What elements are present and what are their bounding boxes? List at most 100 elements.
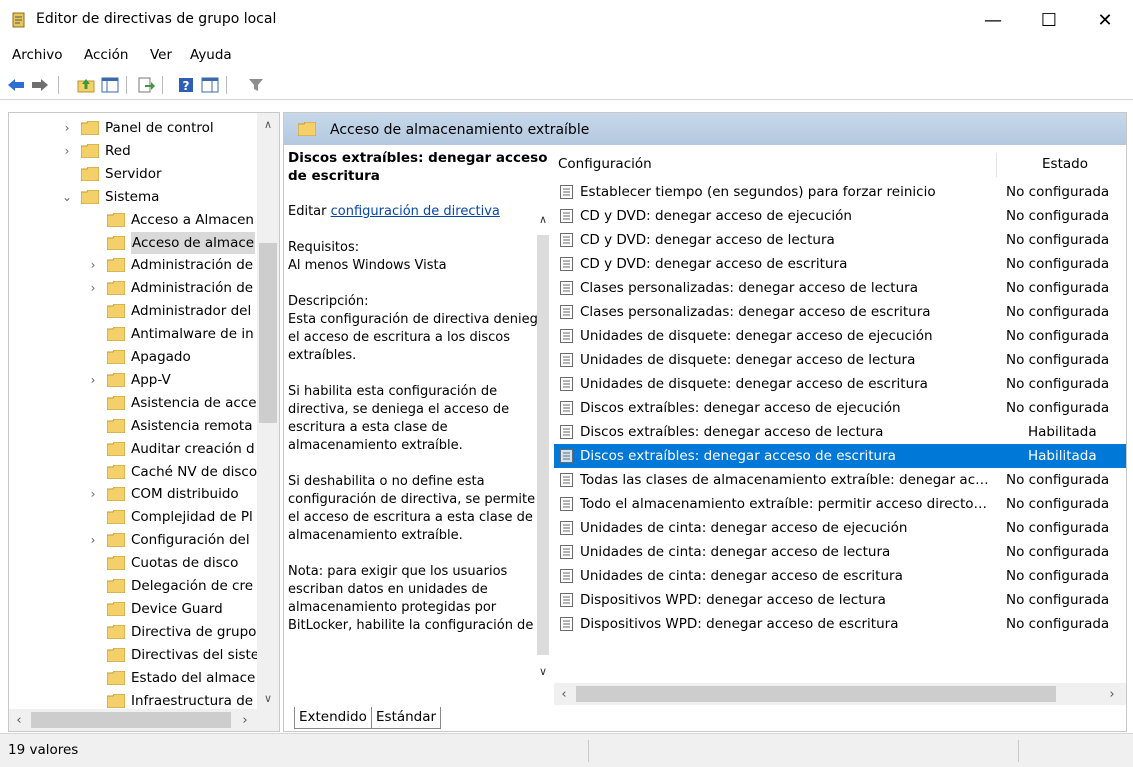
setting-row[interactable]: Todas las clases de almacenamiento extra… [554, 468, 1126, 492]
expand-chevron-icon[interactable]: › [87, 369, 99, 391]
setting-row[interactable]: Unidades de cinta: denegar acceso de lec… [554, 540, 1126, 564]
settings-list[interactable]: Configuración Estado Establecer tiempo (… [554, 149, 1126, 705]
setting-row[interactable]: Unidades de cinta: denegar acceso de esc… [554, 564, 1126, 588]
setting-row[interactable]: Todo el almacenamiento extraíble: permit… [554, 492, 1126, 516]
menu-ayuda[interactable]: Ayuda [190, 47, 232, 63]
tab-extendido[interactable]: Extendido [294, 707, 372, 729]
tree-item[interactable]: Directiva de grupo [9, 621, 256, 643]
title-bar[interactable]: Editor de directivas de grupo local — ☐ … [0, 0, 1133, 40]
close-button[interactable]: ✕ [1077, 0, 1133, 40]
tree-item[interactable]: › Configuración del [9, 529, 255, 551]
maximize-button[interactable]: ☐ [1021, 0, 1077, 40]
back-button[interactable] [6, 74, 26, 96]
setting-row[interactable]: Unidades de cinta: denegar acceso de eje… [554, 516, 1126, 540]
setting-row[interactable]: Unidades de disquete: denegar acceso de … [554, 372, 1126, 396]
setting-row[interactable]: Establecer tiempo (en segundos) para for… [554, 180, 1126, 204]
tree-item[interactable]: › COM distribuido [9, 483, 255, 505]
tree-item[interactable]: Directivas del siste [9, 644, 259, 666]
scroll-up-icon[interactable]: ∧ [534, 213, 552, 231]
forward-button[interactable] [30, 74, 50, 96]
setting-name: Discos extraíbles: denegar acceso de lec… [580, 424, 884, 440]
export-list-button[interactable] [136, 74, 156, 96]
expand-chevron-icon[interactable]: › [61, 140, 73, 162]
setting-row[interactable]: CD y DVD: denegar acceso de escritura No … [554, 252, 1126, 276]
filter-button[interactable] [246, 74, 266, 96]
policy-setting-icon [560, 209, 573, 223]
menu-archivo[interactable]: Archivo [12, 47, 62, 63]
up-level-button[interactable] [76, 74, 96, 96]
tree-item[interactable]: Device Guard [9, 598, 255, 620]
tree-item[interactable]: › App-V [9, 369, 255, 391]
tree-item-label: Configuración del [131, 532, 250, 549]
setting-row[interactable]: Dispositivos WPD: denegar acceso de lect… [554, 588, 1126, 612]
tree-item[interactable]: Servidor [9, 163, 255, 185]
edit-policy-line: Editar configuración de directiva [288, 203, 550, 221]
list-hscroll-thumb[interactable] [576, 686, 1056, 702]
policy-setting-icon [560, 617, 573, 631]
expand-chevron-icon[interactable]: › [87, 254, 99, 276]
tree-item[interactable]: Apagado [9, 346, 255, 368]
setting-row[interactable]: Clases personalizadas: denegar acceso de… [554, 300, 1126, 324]
menu-ver[interactable]: Ver [150, 47, 172, 63]
menu-accion[interactable]: Acción [84, 47, 128, 63]
description-scrollbar[interactable]: ∧ ∨ [534, 213, 552, 693]
folder-icon [107, 464, 125, 479]
expand-chevron-icon[interactable]: › [87, 529, 99, 551]
tree-item[interactable]: Asistencia de acce [9, 392, 257, 414]
tree-item[interactable]: Antimalware de in [9, 323, 255, 345]
setting-row[interactable]: Discos extraíbles: denegar acceso de eje… [554, 396, 1126, 420]
tree-item[interactable]: Cuotas de disco [9, 552, 255, 574]
scroll-left-icon[interactable]: ‹ [554, 683, 574, 705]
setting-row[interactable]: Discos extraíbles: denegar acceso de lec… [554, 420, 1126, 444]
description-scroll-thumb[interactable] [537, 235, 549, 655]
tree-item[interactable]: › Administración de [9, 254, 255, 276]
help-button[interactable]: ? [176, 74, 196, 96]
scroll-right-icon[interactable]: › [235, 709, 255, 731]
tab-estandar[interactable]: Estándar [372, 707, 442, 729]
properties-button[interactable] [200, 74, 220, 96]
list-horizontal-scrollbar[interactable]: ‹ › [554, 683, 1126, 705]
scroll-up-icon[interactable]: ∧ [257, 113, 279, 135]
setting-row[interactable]: CD y DVD: denegar acceso de ejecución No … [554, 204, 1126, 228]
expand-chevron-icon[interactable]: › [61, 117, 73, 139]
setting-row[interactable]: Discos extraíbles: denegar acceso de esc… [554, 444, 1126, 468]
tree-vertical-scrollbar[interactable]: ∧ ∨ [257, 113, 279, 709]
tree-item[interactable]: Delegación de cre [9, 575, 255, 597]
column-header-configuracion[interactable]: Configuración [558, 149, 652, 179]
tree-item[interactable]: Acceso a Almacen [9, 209, 255, 231]
tree-item[interactable]: › Administración de [9, 277, 255, 299]
scroll-down-icon[interactable]: ∨ [534, 665, 552, 683]
expand-chevron-icon[interactable]: › [87, 483, 99, 505]
tree-pane[interactable]: › Panel de control › Red Servidor ⌄ Sistema Acc… [8, 112, 280, 732]
tree-item-label: Estado del almace [131, 669, 256, 686]
tree-horizontal-scrollbar[interactable]: ‹ › [9, 709, 279, 731]
setting-row[interactable]: Dispositivos WPD: denegar acceso de escr… [554, 612, 1126, 636]
tree-item[interactable]: Acceso de almace [9, 231, 256, 254]
tree-item[interactable]: Asistencia remota [9, 415, 255, 437]
tree-item[interactable]: Complejidad de Pl [9, 506, 255, 528]
show-hide-tree-button[interactable] [100, 74, 120, 96]
tree-item[interactable]: › Panel de control [9, 117, 255, 139]
scroll-left-icon[interactable]: ‹ [9, 709, 29, 731]
folder-icon [107, 441, 125, 456]
tree-item[interactable]: Estado del almace [9, 667, 255, 689]
tree-item[interactable]: ⌄ Sistema [9, 186, 255, 208]
description-block: Descripción: Esta configuración de direct… [288, 293, 550, 365]
expanded-chevron-icon[interactable]: ⌄ [61, 186, 73, 208]
expand-chevron-icon[interactable]: › [87, 277, 99, 299]
tree-item[interactable]: › Red [9, 140, 255, 162]
column-header-estado[interactable]: Estado [1042, 149, 1088, 179]
tree-hscroll-thumb[interactable] [31, 712, 231, 728]
setting-row[interactable]: CD y DVD: denegar acceso de lectura No co… [554, 228, 1126, 252]
setting-row[interactable]: Unidades de disquete: denegar acceso de … [554, 348, 1126, 372]
tree-scroll-thumb[interactable] [259, 243, 277, 423]
scroll-right-icon[interactable]: › [1102, 683, 1122, 705]
tree-item[interactable]: Auditar creación d [9, 438, 255, 460]
setting-row[interactable]: Clases personalizadas: denegar acceso de… [554, 276, 1126, 300]
tree-item[interactable]: Caché NV de disco [9, 461, 257, 483]
scroll-down-icon[interactable]: ∨ [257, 687, 279, 709]
setting-row[interactable]: Unidades de disquete: denegar acceso de … [554, 324, 1126, 348]
edit-policy-link[interactable]: configuración de directiva [331, 204, 500, 219]
minimize-button[interactable]: — [965, 0, 1021, 40]
tree-item[interactable]: Administrador del [9, 300, 255, 322]
